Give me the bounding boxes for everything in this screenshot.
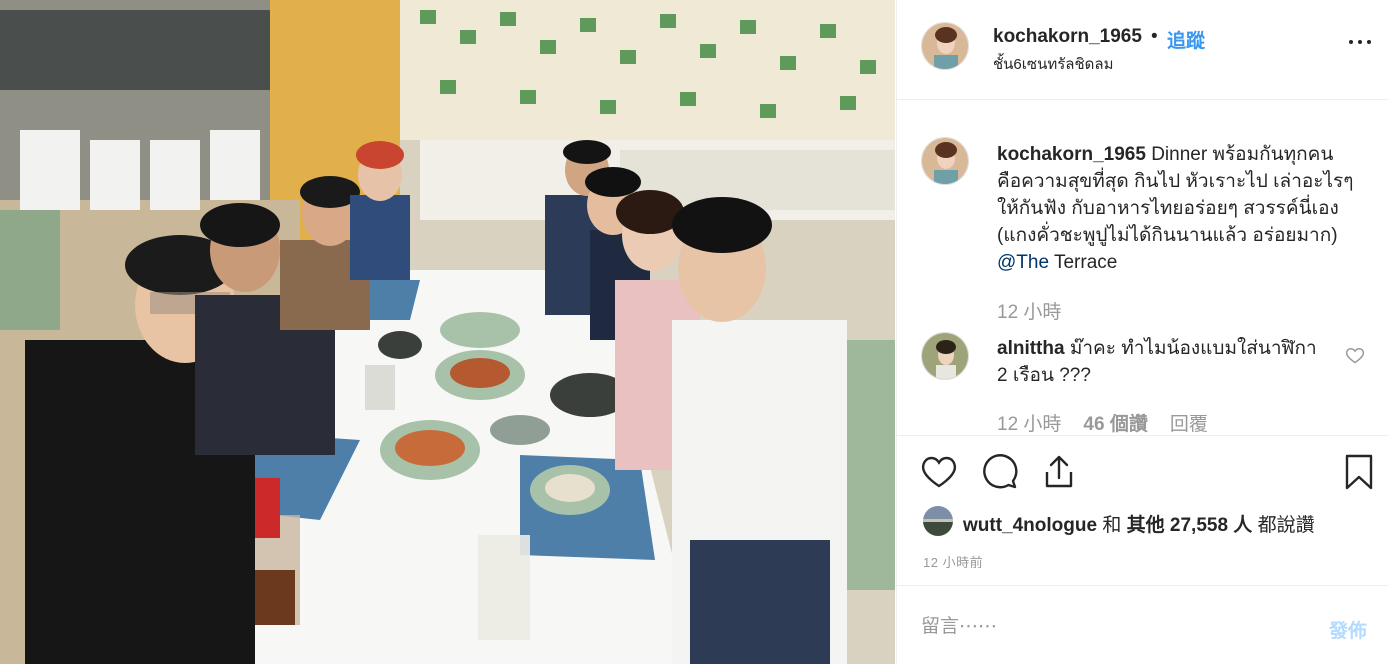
- like-svg: [921, 456, 957, 488]
- post-header: kochakorn_1965 • 追蹤 ชั้น6เซนทรัลชิดลม: [897, 0, 1388, 100]
- likes-suffix: 都說讚: [1252, 515, 1315, 536]
- caption-time: 12 小時: [997, 302, 1062, 323]
- comment-item: alnittha ม๊าคะ ทำไมน้องแบมใส่นาฬิกา 2 เร…: [997, 335, 1327, 389]
- commenter-avatar-image: [922, 333, 968, 379]
- post-caption: kochakorn_1965 Dinner พร้อมกันทุกคน คือค…: [997, 141, 1357, 276]
- add-comment-bar: 發佈: [897, 585, 1388, 664]
- author-username[interactable]: kochakorn_1965: [993, 26, 1142, 48]
- comment-input[interactable]: [921, 616, 1301, 638]
- post-actions: wutt_4nologue 和 其他 27,558 人 都說讚 12 小時前: [897, 435, 1388, 585]
- comment-likes[interactable]: 46 個讚: [1083, 414, 1147, 434]
- caption-avatar[interactable]: [921, 137, 969, 185]
- liker-avatar-image: [923, 506, 953, 536]
- comment-icon[interactable]: [979, 452, 1019, 492]
- heart-icon[interactable]: [919, 452, 959, 492]
- liker-username[interactable]: wutt_4nologue: [963, 515, 1097, 536]
- likes-and: 和: [1097, 515, 1127, 536]
- post-timestamp[interactable]: 12 小時前: [923, 552, 983, 571]
- post-photo[interactable]: [0, 0, 895, 664]
- caption-text-end: Terrace: [1049, 252, 1118, 273]
- bookmark-svg: [1345, 454, 1373, 490]
- comment-like-svg: [1345, 347, 1365, 364]
- comment-username[interactable]: alnittha: [997, 338, 1065, 359]
- author-avatar[interactable]: [921, 22, 969, 70]
- likes-others[interactable]: 其他 27,558 人: [1127, 515, 1253, 536]
- author-avatar-image: [922, 23, 968, 69]
- liker-avatar[interactable]: [923, 506, 953, 536]
- comment-svg: [983, 454, 1018, 489]
- post-location[interactable]: ชั้น6เซนทรัลชิดลม: [993, 52, 1113, 76]
- reply-button[interactable]: 回覆: [1170, 414, 1208, 434]
- share-svg: [1045, 455, 1073, 488]
- caption-mention[interactable]: @The: [997, 252, 1049, 273]
- comment-time: 12 小時: [997, 414, 1062, 434]
- share-icon[interactable]: [1039, 452, 1079, 492]
- heart-outline-icon[interactable]: [1345, 345, 1365, 365]
- caption-username[interactable]: kochakorn_1965: [997, 144, 1146, 165]
- more-horizontal-icon[interactable]: [1349, 36, 1371, 46]
- commenter-avatar[interactable]: [921, 332, 969, 380]
- comment-meta: 12 小時 46 個讚 回覆: [997, 409, 1230, 434]
- header-separator: •: [1151, 26, 1158, 47]
- bookmark-icon[interactable]: [1339, 452, 1379, 492]
- follow-button[interactable]: 追蹤: [1167, 26, 1205, 53]
- likes-text: wutt_4nologue 和 其他 27,558 人 都說讚: [963, 510, 1315, 537]
- post-photo-image: [0, 0, 895, 664]
- post-comment-button[interactable]: 發佈: [1329, 616, 1367, 643]
- post-side-panel: kochakorn_1965 • 追蹤 ชั้น6เซนทรัลชิดลม ko…: [896, 0, 1388, 664]
- caption-avatar-image: [922, 138, 968, 184]
- comments-list[interactable]: kochakorn_1965 Dinner พร้อมกันทุกคน คือค…: [897, 101, 1388, 434]
